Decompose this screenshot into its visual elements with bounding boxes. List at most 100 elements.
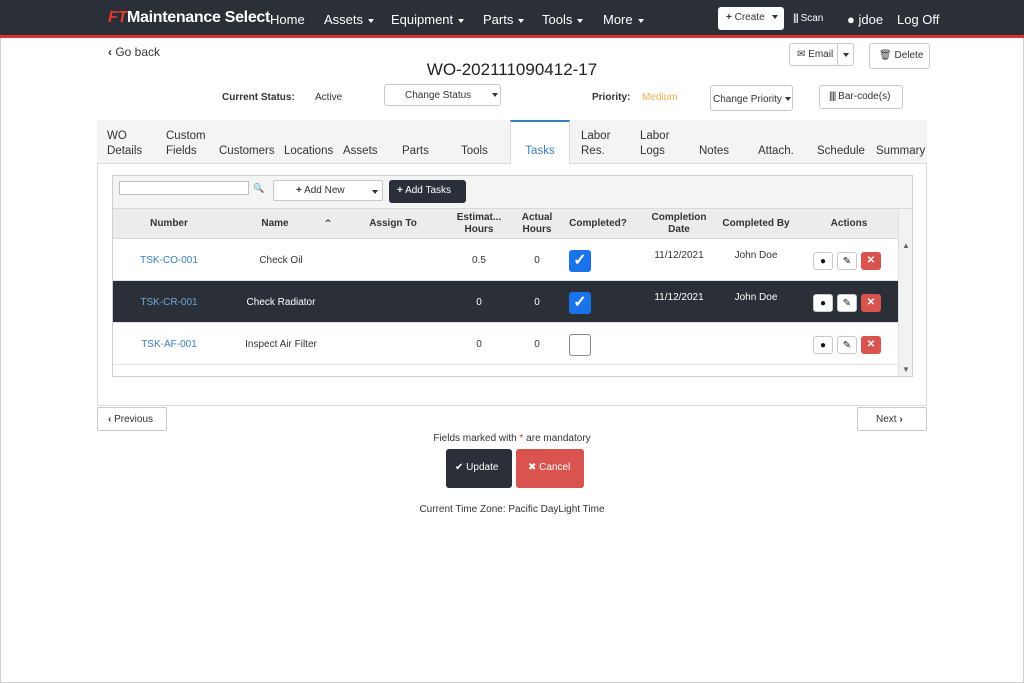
task-number-link[interactable]: TSK-CO-001 <box>133 255 205 266</box>
email-button[interactable]: ✉ Email <box>789 43 854 66</box>
user-icon: ● <box>847 12 855 27</box>
grid-toolbar: 🔍 + Add New + Add Tasks <box>113 176 912 209</box>
task-actual-hours: 0 <box>534 339 540 350</box>
checkmark-icon: ✔ <box>455 462 464 473</box>
caret-down-icon <box>771 15 778 20</box>
nav-assets[interactable]: Assets <box>324 12 375 27</box>
sort-asc-icon[interactable]: ⌃ <box>318 218 338 230</box>
caret-down-icon <box>843 53 849 57</box>
assign-user-button[interactable]: ● <box>813 294 833 312</box>
edit-pencil-button[interactable]: ✎ <box>837 252 857 270</box>
completed-checkbox[interactable]: ✓ <box>569 292 591 314</box>
table-row[interactable]: TSK-CO-001 Check Oil 0.5 0 ✓ 11/12/2021 … <box>113 239 898 281</box>
assign-user-button[interactable]: ● <box>813 252 833 270</box>
task-name: Check Radiator <box>246 297 316 308</box>
table-row[interactable]: TSK-AF-001 Inspect Air Filter 0 0 ● ✎ ✕ <box>113 323 898 365</box>
delete-button[interactable]: 🗑 Delete <box>869 43 930 69</box>
task-actual-hours: 0 <box>534 255 540 266</box>
add-tasks-button[interactable]: + Add Tasks <box>389 180 466 203</box>
barcode-button[interactable]: |||| Bar-code(s) <box>819 85 903 109</box>
tab-locations[interactable]: Locations <box>284 120 333 164</box>
task-est-hours: 0 <box>476 339 482 350</box>
priority-value: Medium <box>642 92 678 103</box>
chevron-left-icon: ‹ <box>108 45 112 59</box>
search-icon[interactable]: 🔍 <box>253 183 264 194</box>
edit-pencil-button[interactable]: ✎ <box>837 336 857 354</box>
delete-task-button[interactable]: ✕ <box>861 294 881 312</box>
completed-checkbox[interactable] <box>569 334 591 356</box>
nav-more[interactable]: More <box>603 12 644 27</box>
tab-notes[interactable]: Notes <box>699 120 729 164</box>
nav-parts[interactable]: Parts <box>483 12 525 27</box>
tab-custom-fields[interactable]: Custom Fields <box>166 120 206 164</box>
change-status-dropdown[interactable]: Change Status <box>384 84 501 106</box>
caret-down-icon <box>518 18 525 23</box>
col-name[interactable]: Name <box>240 218 310 230</box>
tab-attach[interactable]: Attach. <box>758 120 794 164</box>
task-number-link[interactable]: TSK-CR-001 <box>133 297 205 308</box>
tab-labor-logs[interactable]: Labor Logs <box>640 120 669 164</box>
change-priority-dropdown[interactable]: Change Priority <box>710 85 793 111</box>
col-actions: Actions <box>830 218 868 229</box>
nav-tools[interactable]: Tools <box>542 12 584 27</box>
tab-tools[interactable]: Tools <box>461 120 488 164</box>
delete-task-button[interactable]: ✕ <box>861 336 881 354</box>
col-completed-by[interactable]: Completed By <box>717 218 795 230</box>
task-name: Inspect Air Filter <box>245 339 317 350</box>
completed-checkbox[interactable]: ✓ <box>569 250 591 272</box>
priority-label: Priority: <box>592 92 631 103</box>
timezone-note: Current Time Zone: Pacific DayLight Time <box>419 504 605 515</box>
create-button[interactable]: + Create <box>718 7 784 30</box>
checkmark-icon: ✓ <box>573 294 587 311</box>
caret-down-icon <box>784 97 791 102</box>
scroll-down-icon[interactable]: ▼ <box>902 365 910 374</box>
nav-home[interactable]: Home <box>270 12 305 27</box>
tab-customers[interactable]: Customers <box>219 120 275 164</box>
edit-pencil-button[interactable]: ✎ <box>837 294 857 312</box>
update-button[interactable]: ✔ Update <box>446 449 512 488</box>
plus-icon: + <box>397 185 403 196</box>
col-actual-hours[interactable]: Actual Hours <box>513 212 561 236</box>
search-input[interactable] <box>119 181 249 195</box>
scroll-up-icon[interactable]: ▲ <box>902 241 910 250</box>
task-completed-by: John Doe <box>734 250 778 261</box>
caret-down-icon <box>637 18 644 23</box>
previous-button[interactable]: ‹ Previous <box>97 407 167 431</box>
barcode-icon: ||| <box>793 13 799 24</box>
next-button[interactable]: Next › <box>857 407 927 431</box>
table-header: Number Name ⌃ Assign To Estimat... Hours … <box>113 209 898 239</box>
task-completed-by: John Doe <box>734 292 778 303</box>
tab-summary[interactable]: Summary <box>876 120 925 164</box>
logoff-link[interactable]: Log Off <box>897 12 939 27</box>
col-completion-date[interactable]: Completion Date <box>641 212 717 236</box>
delete-task-button[interactable]: ✕ <box>861 252 881 270</box>
go-back-link[interactable]: ‹ Go back <box>108 45 160 59</box>
col-completed[interactable]: Completed? <box>563 218 633 230</box>
envelope-icon: ✉ <box>797 49 806 60</box>
scan-button[interactable]: ||| Scan <box>793 13 823 24</box>
tab-tasks[interactable]: Tasks <box>510 120 570 164</box>
caret-down-icon <box>372 190 378 194</box>
divider <box>837 44 838 65</box>
tab-schedule[interactable]: Schedule <box>817 120 865 164</box>
caret-down-icon <box>368 18 375 23</box>
tab-assets[interactable]: Assets <box>343 120 378 164</box>
tab-labor-res[interactable]: Labor Res. <box>581 120 610 164</box>
task-number-link[interactable]: TSK-AF-001 <box>133 339 205 350</box>
vertical-scrollbar[interactable]: ▲ ▼ <box>898 209 912 376</box>
table-row-selected[interactable]: TSK-CR-001 Check Radiator 0 0 ✓ 11/12/20… <box>113 281 898 323</box>
col-estimated-hours[interactable]: Estimat... Hours <box>447 212 511 236</box>
assign-user-button[interactable]: ● <box>813 336 833 354</box>
tab-parts[interactable]: Parts <box>402 120 429 164</box>
brand-logo[interactable]: FTMaintenance Select <box>108 9 270 27</box>
caret-down-icon <box>492 93 498 97</box>
tasks-grid: 🔍 + Add New + Add Tasks Number Name ⌃ As… <box>112 175 913 377</box>
caret-down-icon <box>577 18 584 23</box>
col-number[interactable]: Number <box>133 218 205 230</box>
cancel-button[interactable]: ✖ Cancel <box>516 449 584 488</box>
col-assign-to[interactable]: Assign To <box>361 218 425 230</box>
add-new-dropdown[interactable]: + Add New <box>273 180 383 201</box>
nav-equipment[interactable]: Equipment <box>391 12 465 27</box>
tab-wo-details[interactable]: WO Details <box>107 120 142 164</box>
user-menu[interactable]: ● jdoe <box>847 12 883 27</box>
